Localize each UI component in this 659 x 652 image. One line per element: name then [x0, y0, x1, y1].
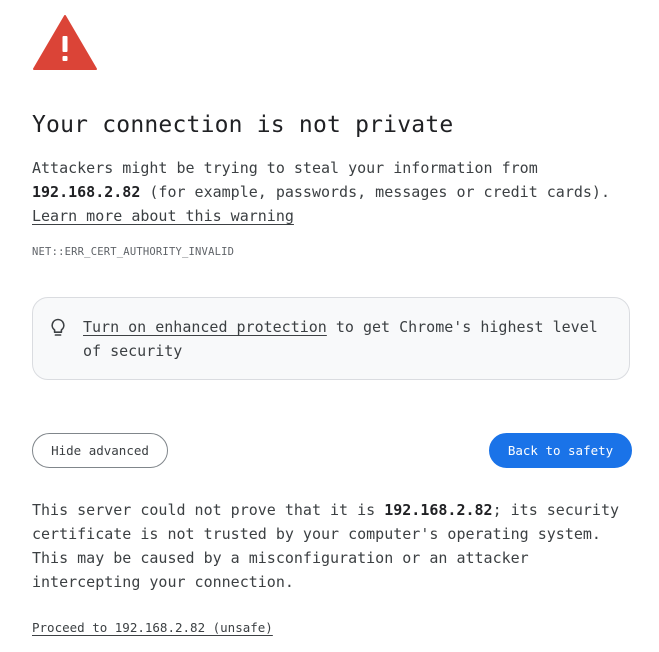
lightbulb-icon [51, 318, 65, 336]
description-text: Attackers might be trying to steal your … [32, 159, 538, 177]
back-to-safety-button[interactable]: Back to safety [489, 433, 632, 468]
page-title: Your connection is not private [32, 112, 454, 138]
enhanced-protection-link[interactable]: Turn on enhanced protection [83, 318, 327, 336]
enhanced-protection-text: Turn on enhanced protection to get Chrom… [83, 315, 613, 363]
proceed-unsafe-link[interactable]: Proceed to 192.168.2.82 (unsafe) [32, 620, 273, 635]
advanced-details: This server could not prove that it is 1… [32, 498, 632, 594]
details-host-address: 192.168.2.82 [384, 501, 493, 519]
host-address: 192.168.2.82 [32, 183, 141, 201]
enhanced-protection-callout: Turn on enhanced protection to get Chrom… [32, 297, 630, 380]
error-code: NET::ERR_CERT_AUTHORITY_INVALID [32, 246, 235, 258]
description-text-continued: (for example, passwords, messages or cre… [140, 183, 610, 201]
warning-triangle-icon [33, 15, 97, 70]
details-text: This server could not prove that it is [32, 501, 385, 519]
learn-more-link[interactable]: Learn more about this warning [32, 207, 294, 225]
warning-description: Attackers might be trying to steal your … [32, 156, 632, 228]
hide-advanced-button[interactable]: Hide advanced [32, 433, 168, 468]
